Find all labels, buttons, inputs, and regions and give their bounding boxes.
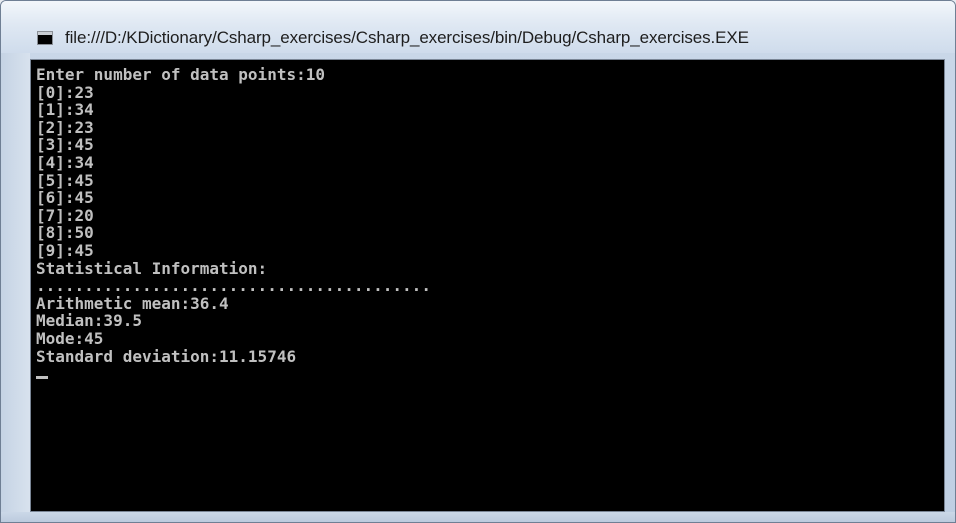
window-left-border [1,53,30,522]
console-line-prompt: Enter number of data points:10 [36,65,325,84]
console-output-area[interactable]: Enter number of data points:10 [0]:23 [1… [30,59,945,512]
console-line-mode: Mode:45 [36,328,104,348]
console-line-data-3: [3]:45 [36,135,94,155]
window-title: file:///D:/KDictionary/Csharp_exercises/… [65,28,749,47]
console-line-separator: ........................................… [36,276,431,296]
console-line-mean: Arithmetic mean:36.4 [36,293,229,313]
text-cursor [36,376,48,380]
console-lines: Enter number of data points:10 [0]:23 [1… [36,66,431,383]
console-line-median: Median:39.5 [36,311,142,331]
console-line-data-9: [9]:45 [36,240,94,260]
title-bar[interactable]: file:///D:/KDictionary/Csharp_exercises/… [1,1,955,53]
console-line-std-dev: Standard deviation:11.15746 [36,346,297,366]
console-window: file:///D:/KDictionary/Csharp_exercises/… [0,0,956,523]
console-line-data-5: [5]:45 [36,170,94,190]
console-line-data-7: [7]:20 [36,205,94,225]
window-bottom-border [1,512,955,522]
console-line-data-6: [6]:45 [36,188,94,208]
console-line-data-1: [1]:34 [36,100,94,120]
console-line-data-4: [4]:34 [36,152,94,172]
console-line-heading: Statistical Information: [36,258,268,278]
console-cursor-line [36,365,431,383]
console-line-data-0: [0]:23 [36,82,94,102]
console-line-data-8: [8]:50 [36,223,94,243]
console-app-icon[interactable] [37,31,53,45]
console-line-data-2: [2]:23 [36,117,94,137]
